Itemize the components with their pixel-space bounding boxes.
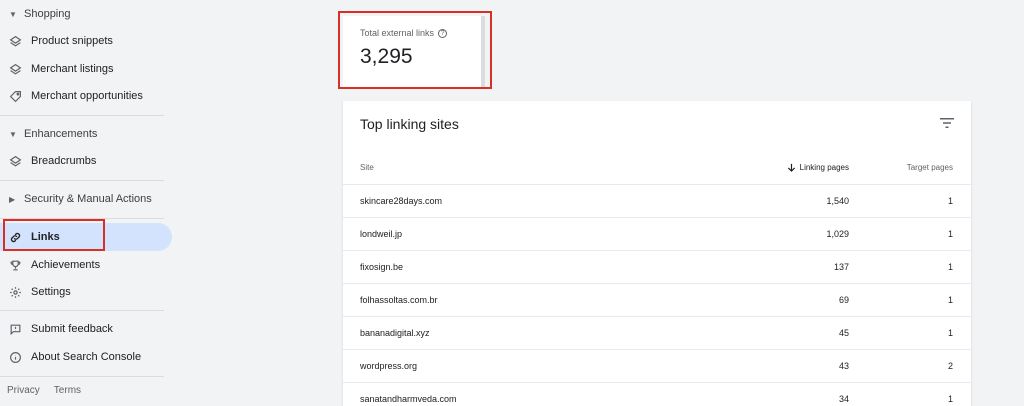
cell-site: londweil.jp: [360, 229, 403, 239]
sidebar-item-breadcrumbs[interactable]: Breadcrumbs: [0, 147, 172, 175]
caret-down-icon: ▼: [9, 9, 17, 19]
sidebar-item-achievements[interactable]: Achievements: [0, 251, 172, 279]
terms-link[interactable]: Terms: [54, 385, 81, 396]
metric-label-text: Total external links: [360, 28, 435, 38]
table-title: Top linking sites: [360, 116, 459, 132]
cell-target-pages: 2: [947, 361, 953, 371]
layers-icon: [8, 34, 22, 48]
privacy-link[interactable]: Privacy: [7, 385, 40, 396]
security-section-label: Security & Manual Actions: [24, 193, 152, 205]
security-section-header[interactable]: ▶ Security & Manual Actions: [0, 185, 180, 213]
sidebar-item-merchant-listings[interactable]: Merchant listings: [0, 55, 172, 83]
sidebar-item-label: Achievements: [31, 259, 101, 271]
sidebar-item-label: Product snippets: [31, 35, 113, 47]
table-row[interactable]: fixosign.be 137 1: [343, 251, 971, 284]
cell-target-pages: 1: [947, 262, 953, 272]
sidebar-item-label: Links: [31, 231, 60, 243]
cell-target-pages: 1: [947, 229, 953, 239]
sidebar-divider: [0, 218, 164, 219]
filter-icon[interactable]: [940, 117, 954, 129]
sidebar: ▼ Shopping Product snippets Merchant lis…: [0, 0, 180, 406]
help-icon[interactable]: ?: [438, 28, 448, 38]
table-row[interactable]: londweil.jp 1,029 1: [343, 218, 971, 251]
sidebar-item-label: Merchant opportunities: [31, 90, 143, 102]
sidebar-item-label: Breadcrumbs: [31, 155, 97, 167]
cell-linking-pages: 1,540: [826, 196, 849, 206]
table-row[interactable]: sanatandharmveda.com 34 1: [343, 383, 971, 406]
top-linking-sites-card: Top linking sites Site Linking pages Tar…: [343, 101, 971, 406]
gear-icon: [8, 285, 22, 299]
sidebar-item-merchant-opportunities[interactable]: Merchant opportunities: [0, 82, 172, 110]
arrow-down-icon: [787, 163, 795, 172]
sidebar-item-label: Merchant listings: [31, 63, 114, 75]
caret-down-icon: ▼: [9, 129, 17, 139]
cell-linking-pages: 1,029: [826, 229, 849, 239]
sidebar-item-label: About Search Console: [31, 351, 142, 363]
enhancements-section-label: Enhancements: [24, 128, 98, 140]
cell-site: fixosign.be: [360, 262, 404, 272]
total-external-links-card: Total external links ? 3,295: [343, 16, 485, 87]
sidebar-divider: [0, 180, 164, 181]
cell-site: folhassoltas.com.br: [360, 295, 438, 305]
column-header-target-pages[interactable]: Target pages: [907, 163, 953, 172]
sidebar-item-submit-feedback[interactable]: Submit feedback: [0, 315, 172, 343]
enhancements-section-header[interactable]: ▼ Enhancements: [0, 120, 180, 148]
info-icon: [8, 350, 22, 364]
cell-linking-pages: 43: [838, 361, 849, 371]
feedback-icon: [8, 322, 22, 336]
shopping-section-label: Shopping: [24, 8, 71, 20]
sidebar-divider: [0, 310, 164, 311]
cell-linking-pages: 137: [833, 262, 849, 272]
cell-linking-pages: 45: [838, 328, 849, 338]
table-row[interactable]: bananadigital.xyz 45 1: [343, 317, 971, 350]
sidebar-item-label: Submit feedback: [31, 323, 113, 335]
sidebar-item-about[interactable]: About Search Console: [0, 343, 172, 371]
caret-right-icon: ▶: [9, 194, 16, 204]
metric-label: Total external links ?: [360, 28, 481, 38]
sidebar-item-label: Settings: [31, 286, 71, 298]
sidebar-footer: Privacy Terms: [7, 385, 81, 396]
column-header-site[interactable]: Site: [360, 163, 374, 172]
metric-value: 3,295: [360, 45, 413, 68]
tag-icon: [8, 89, 22, 103]
cell-target-pages: 1: [947, 328, 953, 338]
sidebar-divider: [0, 376, 164, 377]
shopping-section-header[interactable]: ▼ Shopping: [0, 0, 180, 28]
table-header: Site Linking pages Target pages: [343, 151, 971, 185]
layers-icon: [8, 62, 22, 76]
cell-target-pages: 1: [947, 295, 953, 305]
layers-icon: [8, 154, 22, 168]
link-icon: [8, 230, 22, 244]
cell-site: wordpress.org: [360, 361, 418, 371]
cell-linking-pages: 34: [838, 394, 849, 404]
column-header-linking-pages[interactable]: Linking pages: [787, 163, 849, 172]
sidebar-item-settings[interactable]: Settings: [0, 278, 172, 306]
trophy-icon: [8, 258, 22, 272]
cell-target-pages: 1: [947, 196, 953, 206]
cell-linking-pages: 69: [838, 295, 849, 305]
table-row[interactable]: folhassoltas.com.br 69 1: [343, 284, 971, 317]
sidebar-item-links[interactable]: Links: [0, 223, 172, 251]
cell-site: skincare28days.com: [360, 196, 443, 206]
column-header-linking-pages-label: Linking pages: [799, 163, 849, 172]
table-row[interactable]: wordpress.org 43 2: [343, 350, 971, 383]
table-row[interactable]: skincare28days.com 1,540 1: [343, 185, 971, 218]
sidebar-item-product-snippets[interactable]: Product snippets: [0, 27, 172, 55]
cell-target-pages: 1: [947, 394, 953, 404]
sidebar-divider: [0, 115, 164, 116]
cell-site: sanatandharmveda.com: [360, 394, 457, 404]
cell-site: bananadigital.xyz: [360, 328, 430, 338]
